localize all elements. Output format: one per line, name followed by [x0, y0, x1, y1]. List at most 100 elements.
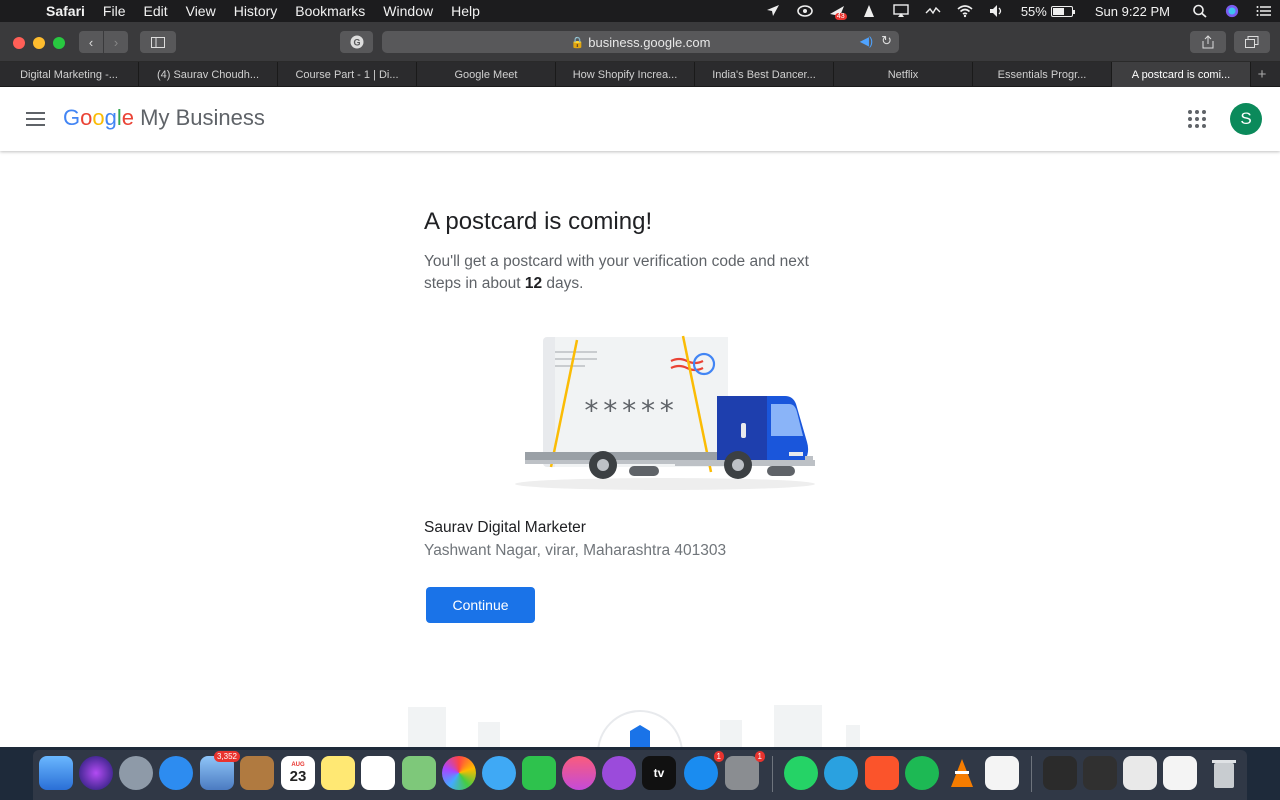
macos-menubar: Safari File Edit View History Bookmarks … — [0, 0, 1280, 22]
minimized-window-thumbnail[interactable] — [1163, 756, 1197, 790]
safari-dock-icon[interactable] — [159, 756, 193, 790]
tab-indias-best-dancer[interactable]: India's Best Dancer... — [695, 62, 834, 87]
tab-shopify[interactable]: How Shopify Increa... — [556, 62, 695, 87]
volume-icon[interactable] — [981, 4, 1013, 18]
forward-button[interactable]: › — [104, 31, 128, 53]
telegram-icon[interactable] — [824, 756, 858, 790]
activity-icon[interactable] — [917, 4, 949, 18]
minimized-window-thumbnail[interactable] — [1083, 756, 1117, 790]
siri-dock-icon[interactable] — [79, 756, 113, 790]
facetime-icon[interactable] — [522, 756, 556, 790]
vlc-icon[interactable] — [945, 756, 979, 790]
location-icon[interactable] — [757, 4, 789, 18]
minimize-window-button[interactable] — [33, 37, 45, 49]
whatsapp-icon[interactable] — [784, 756, 818, 790]
account-avatar[interactable]: S — [1230, 103, 1262, 135]
notification-badge-icon[interactable]: 43 — [821, 4, 853, 20]
tab-digital-marketing[interactable]: Digital Marketing -... — [0, 62, 139, 87]
airplay-icon[interactable] — [885, 4, 917, 18]
page-title: A postcard is coming! — [424, 208, 653, 235]
main-menu-icon[interactable] — [26, 112, 45, 126]
calendar-icon[interactable]: AUG 23 — [281, 756, 315, 790]
svg-text:G: G — [353, 38, 360, 48]
trash-can-icon — [1212, 760, 1236, 788]
tab-saurav-choudhary[interactable]: (4) Saurav Choudh... — [139, 62, 278, 87]
system-preferences-badge: 1 — [754, 751, 765, 762]
minimized-window-thumbnail[interactable] — [1123, 756, 1157, 790]
sidebar-icon — [151, 36, 165, 48]
contacts-icon[interactable] — [240, 756, 274, 790]
audio-playing-icon[interactable]: ◀) — [860, 34, 873, 48]
battery-status[interactable]: 55% — [1013, 4, 1081, 19]
spotlight-search-icon[interactable] — [1184, 4, 1216, 18]
product-name: My Business — [140, 105, 265, 130]
menu-view[interactable]: View — [177, 3, 225, 19]
days-count: 12 — [524, 275, 543, 292]
wifi-icon[interactable] — [949, 4, 981, 18]
dock-separator — [1031, 756, 1032, 792]
macos-dock: 3,352 AUG 23 tv 1 1 — [33, 750, 1247, 800]
siri-icon[interactable] — [1216, 4, 1248, 18]
notification-count: 43 — [834, 13, 847, 20]
reload-icon[interactable]: ↻ — [881, 33, 892, 49]
gmb-header: Google My Business S — [0, 87, 1280, 151]
new-tab-button[interactable]: + — [1251, 62, 1273, 87]
back-button[interactable]: ‹ — [79, 31, 103, 53]
spotify-icon[interactable] — [905, 756, 939, 790]
tab-bar: Digital Marketing -... (4) Saurav Choudh… — [0, 62, 1280, 87]
messages-icon[interactable] — [482, 756, 516, 790]
address-bar-url: business.google.com — [588, 34, 711, 50]
notes-icon[interactable] — [321, 756, 355, 790]
menu-edit[interactable]: Edit — [134, 3, 176, 19]
tab-google-meet[interactable]: Google Meet — [417, 62, 556, 87]
address-bar[interactable]: 🔒 business.google.com ◀) ↻ — [382, 31, 899, 53]
tab-overview-button[interactable] — [1234, 31, 1270, 53]
vlc-cone-icon — [951, 759, 973, 787]
tab-netflix[interactable]: Netflix — [834, 62, 973, 87]
mail-icon[interactable]: 3,352 — [200, 751, 240, 790]
tab-essentials-program[interactable]: Essentials Progr... — [973, 62, 1112, 87]
finder-icon[interactable] — [39, 756, 73, 790]
vlc-tray-icon[interactable] — [853, 4, 885, 18]
maps-icon[interactable] — [402, 756, 436, 790]
apple-tv-label: tv — [653, 766, 665, 780]
notification-center-icon[interactable] — [1248, 4, 1280, 18]
menu-history[interactable]: History — [225, 3, 287, 19]
grammarly-icon: G — [350, 35, 363, 49]
trash-icon[interactable] — [1207, 756, 1241, 790]
minimized-window-thumbnail[interactable] — [1043, 756, 1077, 790]
menu-file[interactable]: File — [94, 3, 135, 19]
music-icon[interactable] — [562, 756, 596, 790]
window-controls — [13, 37, 65, 49]
brave-browser-icon[interactable] — [865, 756, 899, 790]
podcasts-icon[interactable] — [602, 756, 636, 790]
share-button[interactable] — [1190, 31, 1226, 53]
google-my-business-logo[interactable]: Google My Business — [63, 105, 265, 131]
launchpad-icon[interactable] — [119, 756, 153, 790]
photos-icon[interactable] — [442, 756, 476, 790]
system-preferences-icon[interactable]: 1 — [725, 751, 765, 790]
verification-description: You'll get a postcard with your verifica… — [424, 251, 844, 295]
apple-tv-icon[interactable]: tv — [642, 756, 676, 790]
zoom-window-button[interactable] — [53, 37, 65, 49]
close-window-button[interactable] — [13, 37, 25, 49]
desc-text: You'll get a postcard with your verifica… — [424, 253, 809, 292]
menu-bookmarks[interactable]: Bookmarks — [286, 3, 374, 19]
grammarly-extension-button[interactable]: G — [340, 31, 373, 53]
menu-app-name[interactable]: Safari — [44, 3, 94, 19]
tab-course-part-1[interactable]: Course Part - 1 | Di... — [278, 62, 417, 87]
creative-cloud-icon[interactable] — [789, 4, 821, 18]
dock-separator — [772, 756, 773, 792]
battery-percent: 55% — [1020, 3, 1047, 19]
menu-window[interactable]: Window — [374, 3, 442, 19]
continue-button[interactable]: Continue — [426, 587, 535, 623]
menu-help[interactable]: Help — [442, 3, 489, 19]
menubar-clock[interactable]: Sun 9:22 PM — [1081, 4, 1184, 19]
tab-postcard-active[interactable]: A postcard is comi... — [1112, 62, 1251, 87]
reminders-icon[interactable] — [361, 756, 395, 790]
app-store-icon[interactable]: 1 — [684, 751, 724, 790]
preview-icon[interactable] — [985, 756, 1019, 790]
sidebar-toggle-button[interactable] — [140, 31, 176, 53]
desc-suffix: days. — [546, 275, 584, 292]
google-apps-icon[interactable] — [1188, 110, 1206, 128]
